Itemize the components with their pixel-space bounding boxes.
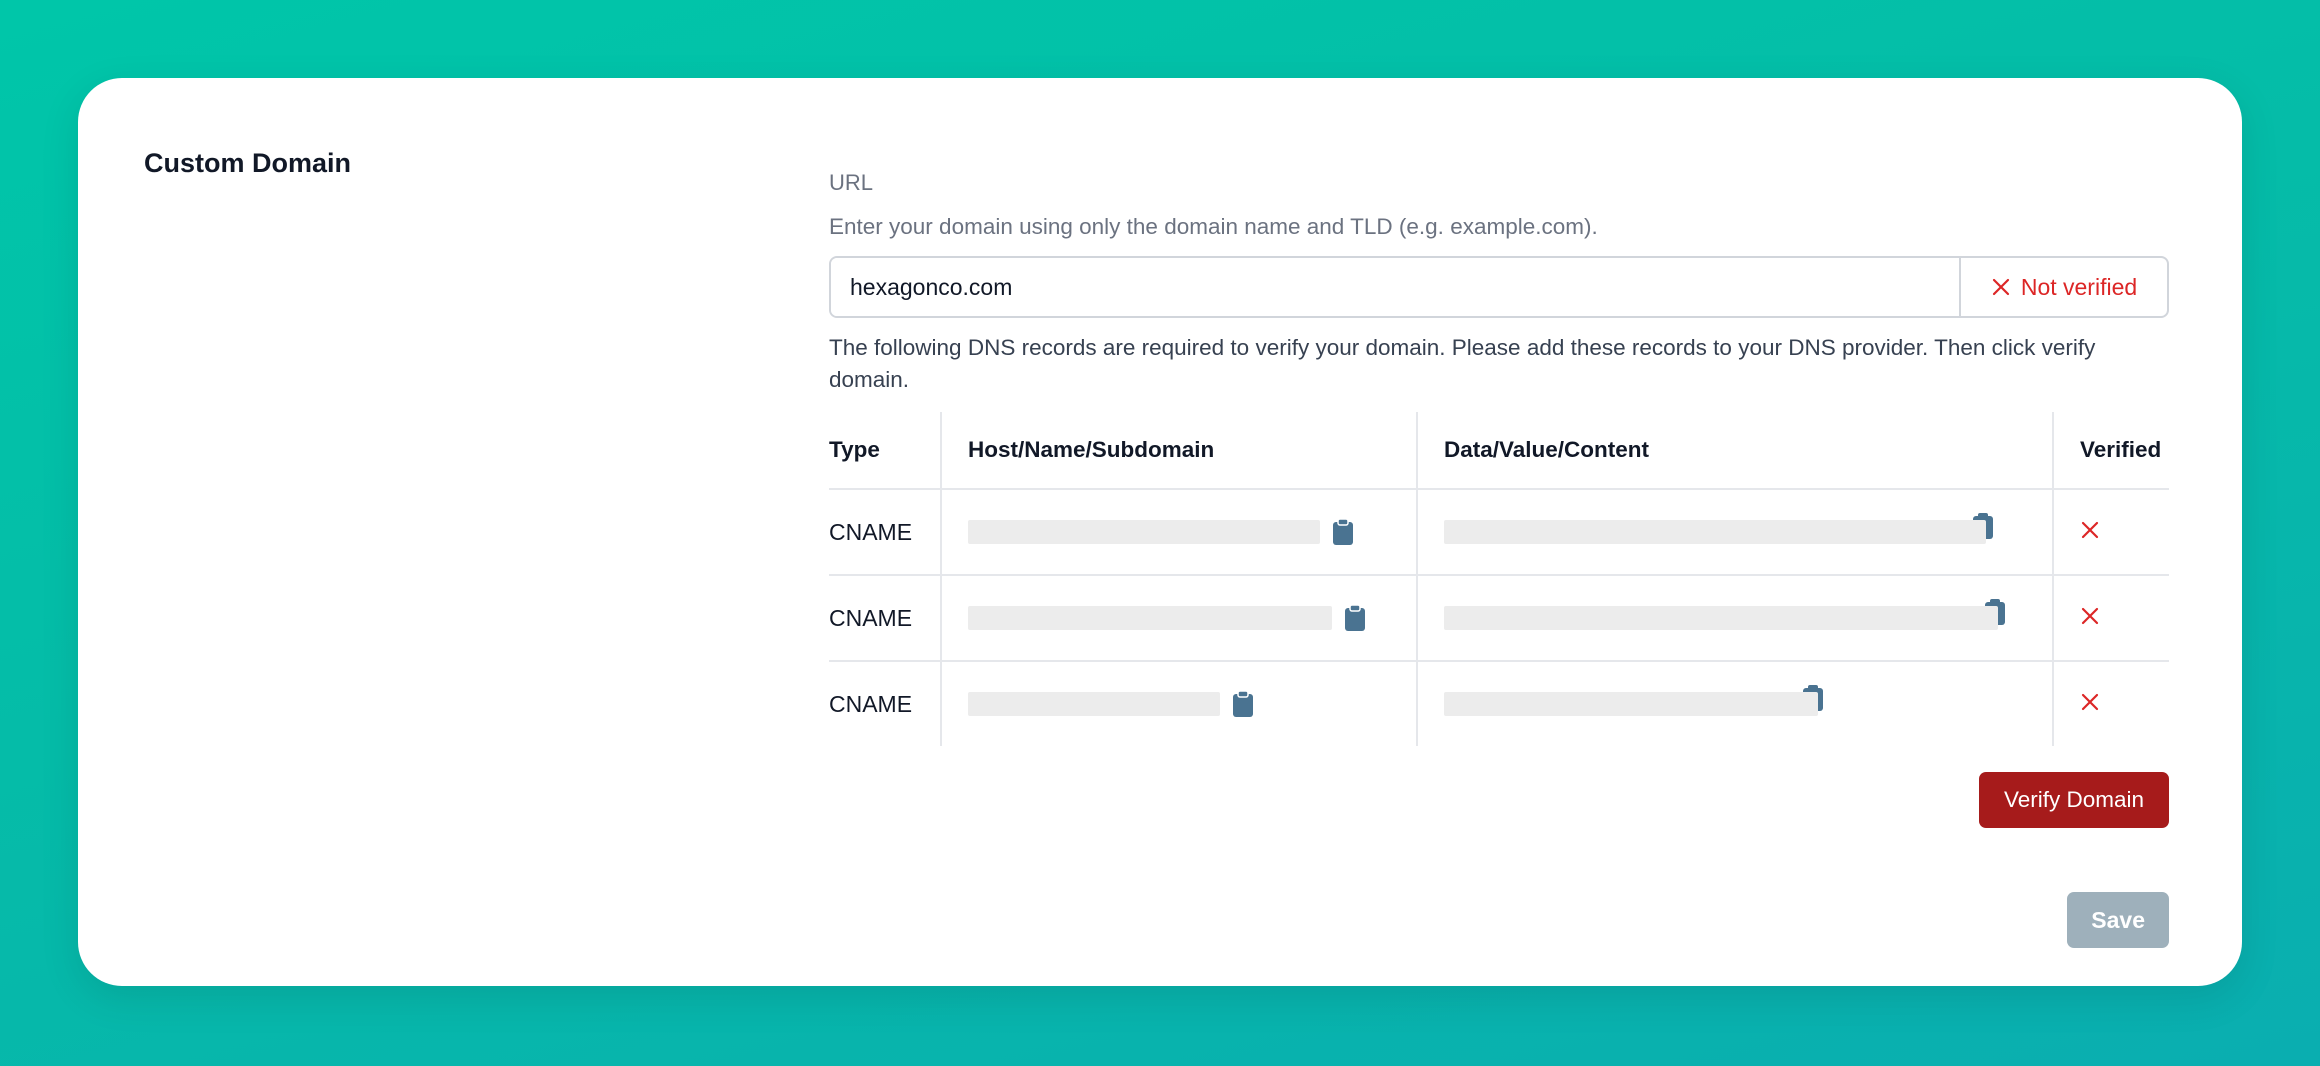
table-row: CNAME [829, 661, 2169, 746]
redacted-data-value [1444, 520, 1986, 544]
record-type: CNAME [829, 489, 941, 576]
dns-instructions: The following DNS records are required t… [829, 335, 2096, 392]
clipboard-icon[interactable] [1344, 604, 1366, 632]
redacted-host-value [968, 692, 1220, 716]
url-label: URL [829, 170, 874, 195]
record-data-cell [1416, 661, 2053, 746]
x-icon [2081, 693, 2099, 710]
redacted-host-value [968, 606, 1332, 630]
header-verified: Verified [2052, 412, 2169, 490]
url-helper-text: Enter your domain using only the domain … [829, 214, 1598, 239]
settings-card: Custom Domain URL Enter your domain usin… [78, 78, 2242, 986]
record-host-cell [940, 575, 1417, 662]
url-input-group: Not verified [829, 256, 2169, 318]
table-header-row: Type Host/Name/Subdomain Data/Value/Cont… [829, 412, 2169, 490]
x-icon [2081, 521, 2099, 538]
section-title: Custom Domain [144, 148, 352, 178]
record-host-cell [940, 489, 1417, 576]
dns-records-table: Type Host/Name/Subdomain Data/Value/Cont… [829, 412, 2169, 746]
header-host: Host/Name/Subdomain [940, 412, 1417, 490]
save-button[interactable]: Save [2067, 892, 2169, 948]
clipboard-icon[interactable] [1232, 690, 1254, 718]
verification-status-label: Not verified [2020, 273, 2138, 300]
record-data-cell [1416, 489, 2053, 576]
record-type: CNAME [829, 690, 913, 717]
clipboard-icon[interactable] [1332, 518, 1354, 546]
record-type: CNAME [829, 575, 941, 662]
domain-input[interactable] [831, 258, 1959, 316]
verify-domain-button[interactable]: Verify Domain [1978, 772, 2169, 828]
header-type: Type [829, 412, 941, 490]
record-verified-cell [2052, 661, 2169, 746]
verify-row: Verify Domain [829, 772, 2169, 828]
table-row: CNAME [829, 489, 2169, 576]
record-verified-cell [2052, 575, 2169, 662]
x-icon [1992, 278, 2009, 296]
table-row: CNAME [829, 575, 2169, 662]
save-row: Save [829, 854, 2169, 948]
redacted-host-value [968, 520, 1320, 544]
redacted-data-value [1444, 606, 1998, 630]
record-host-cell [940, 661, 1417, 746]
custom-domain-form: URL Enter your domain using only the dom… [829, 168, 2169, 948]
x-icon [2081, 607, 2099, 624]
header-data: Data/Value/Content [1416, 412, 2053, 490]
redacted-data-value [1444, 692, 1818, 716]
record-verified-cell [2052, 489, 2169, 576]
verification-status: Not verified [1959, 258, 2167, 316]
record-data-cell [1416, 575, 2053, 662]
